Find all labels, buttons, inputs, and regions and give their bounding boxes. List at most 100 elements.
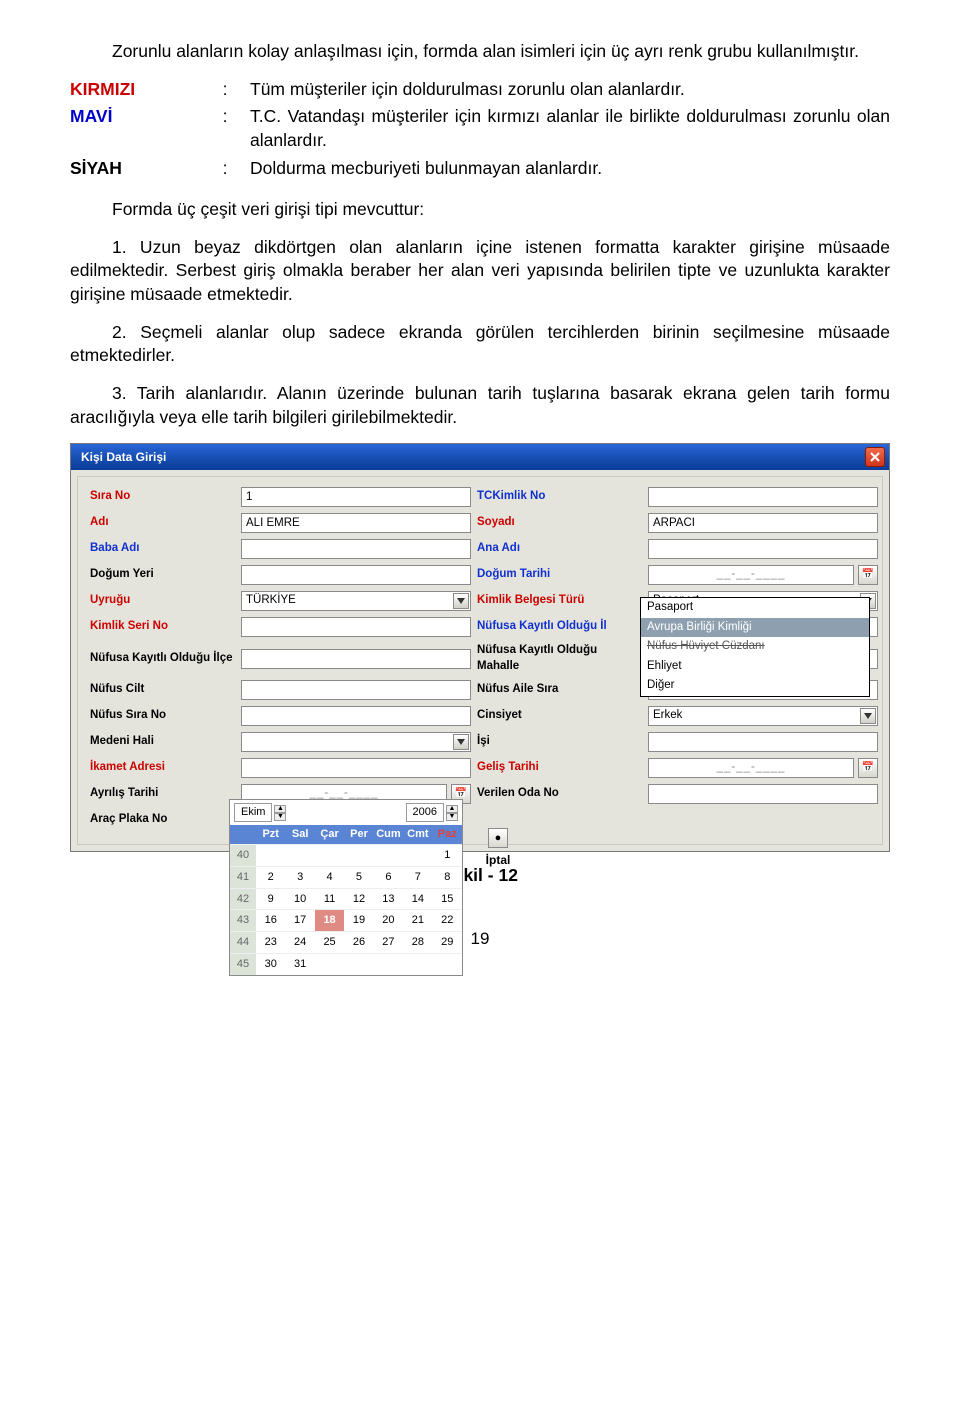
label-dogum-tarihi: Doğum Tarihi [477,567,642,583]
date-picker-button[interactable]: 📅 [858,565,878,585]
window-titlebar: Kişi Data Girişi [71,444,889,470]
label-baba-adi: Baba Adı [90,541,235,557]
input-oda[interactable] [648,784,878,804]
calendar-day-cell [344,844,373,866]
calendar-day-cell[interactable]: 3 [285,866,314,888]
calendar-week-number: 41 [230,866,256,888]
input-dogum-yeri[interactable] [241,565,471,585]
calendar-day-cell[interactable]: 31 [285,953,314,975]
calendar-day-cell[interactable]: 15 [433,888,462,910]
calendar-day-cell[interactable]: 5 [344,866,373,888]
calendar-day-cell[interactable]: 22 [433,909,462,931]
calendar-day-header: Paz [433,825,462,844]
calendar-day-cell[interactable]: 21 [403,909,432,931]
label-oda: Verilen Oda No [477,786,642,802]
year-spinner[interactable]: ▲▼ [446,805,458,821]
calendar-day-cell[interactable]: 7 [403,866,432,888]
calendar-day-cell[interactable]: 30 [256,953,285,975]
types-intro: Formda üç çeşit veri girişi tipi mevcutt… [70,198,890,222]
calendar-day-cell[interactable]: 12 [344,888,373,910]
input-nufus-cilt[interactable] [241,680,471,700]
label-medeni: Medeni Hali [90,734,235,750]
calendar-year[interactable]: 2006 [406,803,444,822]
calendar-confirm-button[interactable]: ● [488,828,508,848]
legend-kirmizi-label: KIRMIZI [70,78,200,102]
intro-paragraph: Zorunlu alanların kolay anlaşılması için… [70,40,890,64]
calendar-day-header: Sal [285,825,314,844]
input-isi[interactable] [648,732,878,752]
calendar-day-cell[interactable]: 14 [403,888,432,910]
input-nufus-ilce[interactable] [241,649,471,669]
calendar-day-cell[interactable]: 8 [433,866,462,888]
month-spinner[interactable]: ▲▼ [274,805,286,821]
select-cinsiyet[interactable]: Erkek [648,706,878,726]
calendar-day-cell [374,953,403,975]
calendar-day-cell[interactable]: 24 [285,931,314,953]
select-uyrugu[interactable]: TÜRKİYE [241,591,471,611]
calendar-day-cell[interactable]: 16 [256,909,285,931]
calendar-week-number: 43 [230,909,256,931]
form-window: Kişi Data Girişi Sıra No TCKimlik No Adı… [70,443,890,852]
date-picker-button[interactable]: 📅 [858,758,878,778]
legend-colon: : [200,78,250,102]
check-icon: ● [495,831,502,846]
input-kimlik-seri[interactable] [241,617,471,637]
calendar-day-cell [285,844,314,866]
calendar-cancel-button[interactable]: İptal [468,852,528,868]
label-uyrugu: Uyruğu [90,593,235,609]
calendar-day-cell[interactable]: 18 [315,909,344,931]
calendar-day-cell [403,953,432,975]
input-ana-adi[interactable] [648,539,878,559]
calendar-day-cell[interactable]: 23 [256,931,285,953]
calendar-day-cell[interactable]: 28 [403,931,432,953]
list-item-2: 2. Seçmeli alanlar olup sadece ekranda g… [70,321,890,368]
input-sira-no[interactable] [241,487,471,507]
calendar-icon: 📅 [862,761,874,775]
calendar-day-cell[interactable]: 10 [285,888,314,910]
calendar-week-number: 44 [230,931,256,953]
calendar-day-cell[interactable]: 1 [433,844,462,866]
label-ayrilis: Ayrılış Tarihi [90,786,235,802]
dropdown-option[interactable]: Diğer [641,676,869,696]
label-nufus-mah: Nüfusa Kayıtlı Olduğu Mahalle [477,643,642,674]
calendar-day-cell[interactable]: 26 [344,931,373,953]
calendar-month[interactable]: Ekim [234,803,272,822]
calendar-icon: 📅 [862,568,874,582]
calendar-day-header: Çar [315,825,344,844]
dropdown-option[interactable]: Ehliyet [641,657,869,677]
calendar-day-cell[interactable]: 4 [315,866,344,888]
select-medeni[interactable] [241,732,471,752]
input-soyadi[interactable] [648,513,878,533]
input-ikamet[interactable] [241,758,471,778]
dropdown-option[interactable]: Pasaport [641,598,869,618]
label-soyadi: Soyadı [477,515,642,531]
calendar-day-header: Per [344,825,373,844]
calendar-day-cell[interactable]: 6 [374,866,403,888]
calendar-day-cell [374,844,403,866]
calendar-day-cell[interactable]: 29 [433,931,462,953]
input-gelis[interactable]: __-__-____ [648,758,854,778]
input-tckimlik[interactable] [648,487,878,507]
input-dogum-tarihi[interactable]: __-__-____ [648,565,854,585]
input-nufus-sira[interactable] [241,706,471,726]
input-baba-adi[interactable] [241,539,471,559]
list-item-3: 3. Tarih alanlarıdır. Alanın üzerinde bu… [70,382,890,429]
color-legend: KIRMIZI : Tüm müşteriler için doldurulma… [70,78,890,181]
calendar-day-cell[interactable]: 2 [256,866,285,888]
calendar-day-cell[interactable]: 19 [344,909,373,931]
calendar-day-cell[interactable]: 11 [315,888,344,910]
date-picker-popup[interactable]: Ekim ▲▼ 2006 ▲▼ PztSalÇarPerCumCmtPaz401… [229,799,463,976]
calendar-day-cell[interactable]: 27 [374,931,403,953]
label-tckimlik: TCKimlik No [477,489,642,505]
calendar-day-cell[interactable]: 13 [374,888,403,910]
calendar-day-cell[interactable]: 20 [374,909,403,931]
calendar-day-cell[interactable]: 9 [256,888,285,910]
window-close-button[interactable] [865,447,885,467]
calendar-day-cell[interactable]: 17 [285,909,314,931]
dropdown-option-highlighted[interactable]: Avrupa Birliği Kimliği [641,618,869,638]
calendar-day-cell[interactable]: 25 [315,931,344,953]
dropdown-option[interactable]: Nüfus Hüviyet Cüzdanı [641,637,869,657]
dropdown-kimlik-turu-open[interactable]: Pasaport Avrupa Birliği Kimliği Nüfus Hü… [640,597,870,697]
input-adi[interactable] [241,513,471,533]
label-adi: Adı [90,515,235,531]
